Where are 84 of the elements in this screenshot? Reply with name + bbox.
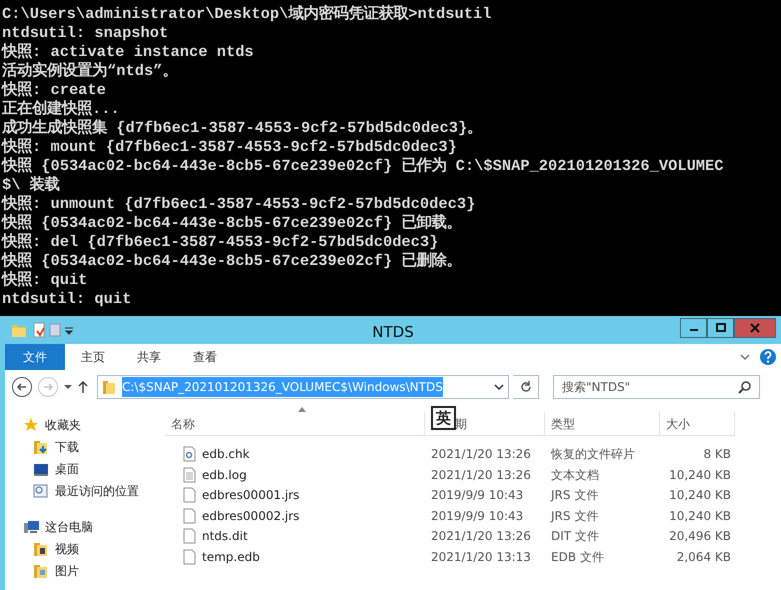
- file-name[interactable]: ntds.dit: [202, 527, 248, 546]
- refresh-button[interactable]: [513, 375, 539, 399]
- console-line: 快照: activate instance ntds: [2, 43, 254, 62]
- modified-date: 2021/1/20 13:26: [430, 446, 532, 464]
- console-line: ntdsutil: quit: [2, 290, 132, 309]
- file-size: 10,240 KB: [668, 466, 732, 484]
- file-size: 2,064 KB: [676, 548, 732, 566]
- sort-arrow-icon: [298, 407, 306, 412]
- console-line: 正在创建快照...: [2, 100, 120, 119]
- nav-item[interactable]: 收藏夹: [45, 416, 81, 434]
- console-line: 快照: unmount {d7fb6ec1-3587-4553-9cf2-57bd5dc0dec3}: [2, 195, 476, 214]
- file-type: 恢复的文件碎片: [550, 446, 636, 464]
- file-name[interactable]: edbres00001.jrs: [202, 486, 300, 504]
- search-icon: [738, 380, 752, 394]
- ribbon-tab[interactable]: 查看: [177, 344, 233, 370]
- file-type: JRS 文件: [549, 508, 600, 525]
- nav-item[interactable]: 下载: [55, 438, 79, 456]
- modified-date: 2021/1/20 13:13: [430, 548, 532, 566]
- video-folder-icon: [33, 541, 49, 557]
- file-size: 8 KB: [702, 446, 732, 464]
- column-header[interactable]: 大小: [660, 412, 735, 435]
- file-icon: [183, 508, 196, 524]
- refresh-icon: [520, 381, 532, 393]
- ribbon-tab[interactable]: 主页: [65, 344, 121, 370]
- console-line: $\ 装载: [2, 176, 60, 195]
- nav-item[interactable]: 图片: [55, 562, 79, 580]
- maximize-button[interactable]: [707, 318, 734, 338]
- computer-icon: [23, 519, 39, 535]
- nav-item[interactable]: 最近访问的位置: [55, 482, 139, 500]
- settings-file-icon: [183, 446, 196, 462]
- close-icon: [750, 323, 760, 333]
- file-name[interactable]: edb.chk: [202, 445, 250, 464]
- modified-date: 2021/1/20 13:26: [430, 528, 532, 546]
- console-line: 活动实例设置为“ntds”。: [2, 62, 178, 81]
- file-type: DIT 文件: [550, 528, 600, 546]
- console-line: 成功生成快照集 {d7fb6ec1-3587-4553-9cf2-57bd5dc0dec3}。: [2, 119, 482, 138]
- modified-date: 2019/9/9 10:43: [430, 487, 524, 504]
- minimize-button[interactable]: [680, 318, 707, 338]
- console-line: C:\Users\administrator\Desktop\域内密码凭证获取>ntdsutil: [2, 5, 492, 24]
- pictures-folder-icon: [33, 563, 49, 579]
- maximize-icon: [716, 323, 726, 333]
- console-line: ntdsutil: snapshot: [2, 24, 168, 43]
- file-name[interactable]: edb.log: [202, 466, 247, 484]
- text-file-icon: [183, 466, 196, 483]
- file-name[interactable]: temp.edb: [202, 548, 260, 566]
- close-button[interactable]: [734, 318, 776, 338]
- console-line: 快照: quit: [2, 271, 88, 290]
- console-line: 快照: create: [2, 81, 106, 100]
- file-name[interactable]: edbres00002.jrs: [202, 506, 300, 525]
- file-size: 20,496 KB: [668, 528, 732, 546]
- nav-item[interactable]: 视频: [55, 540, 79, 558]
- window-title: NTDS: [372, 322, 414, 343]
- console-line: 快照 {0534ac02-bc64-443e-8cb5-67ce239e02cf} 已作为 C:\$SNAP_202101201326_VOLUMEC: [2, 157, 724, 176]
- file-size: 10,240 KB: [668, 508, 732, 525]
- file-icon: [183, 528, 196, 544]
- nav-item[interactable]: 这台电脑: [45, 518, 93, 536]
- modified-date: 2019/9/9 10:43: [430, 508, 524, 525]
- file-icon: [183, 548, 196, 565]
- download-folder-icon: [33, 439, 49, 455]
- file-icon: [183, 487, 196, 504]
- ime-indicator: 英: [431, 406, 456, 430]
- file-menu-button[interactable]: 文件: [5, 344, 65, 370]
- search-field[interactable]: 搜索"NTDS": [553, 375, 760, 399]
- file-size: 10,240 KB: [668, 487, 732, 504]
- console-line: 快照: mount {d7fb6ec1-3587-4553-9cf2-57bd5dc0dec3}: [2, 138, 457, 157]
- properties-icon[interactable]: [31, 322, 47, 338]
- modified-date: 2021/1/20 13:26: [430, 466, 532, 484]
- file-type: EDB 文件: [550, 548, 605, 566]
- dropdown-icon[interactable]: [63, 382, 73, 392]
- dropdown-icon[interactable]: [494, 382, 504, 392]
- console-line: 快照: del {d7fb6ec1-3587-4553-9cf2-57bd5dc0dec3}: [2, 233, 438, 252]
- folder-icon: [11, 322, 27, 338]
- star-icon: [23, 417, 39, 433]
- console-line: 快照 {0534ac02-bc64-443e-8cb5-67ce239e02cf} 已删除。: [2, 252, 462, 271]
- ribbon-tab[interactable]: 共享: [121, 344, 177, 370]
- folder-icon: [102, 379, 116, 395]
- nav-item[interactable]: 桌面: [55, 460, 79, 478]
- file-type: JRS 文件: [549, 487, 600, 504]
- file-type: 文本文档: [550, 466, 600, 484]
- back-button[interactable]: [11, 376, 33, 398]
- desktop-icon: [33, 461, 49, 477]
- up-arrow-icon[interactable]: [77, 380, 89, 394]
- console-line: 快照 {0534ac02-bc64-443e-8cb5-67ce239e02cf} 已卸载。: [2, 214, 462, 233]
- column-header[interactable]: 类型: [545, 412, 660, 435]
